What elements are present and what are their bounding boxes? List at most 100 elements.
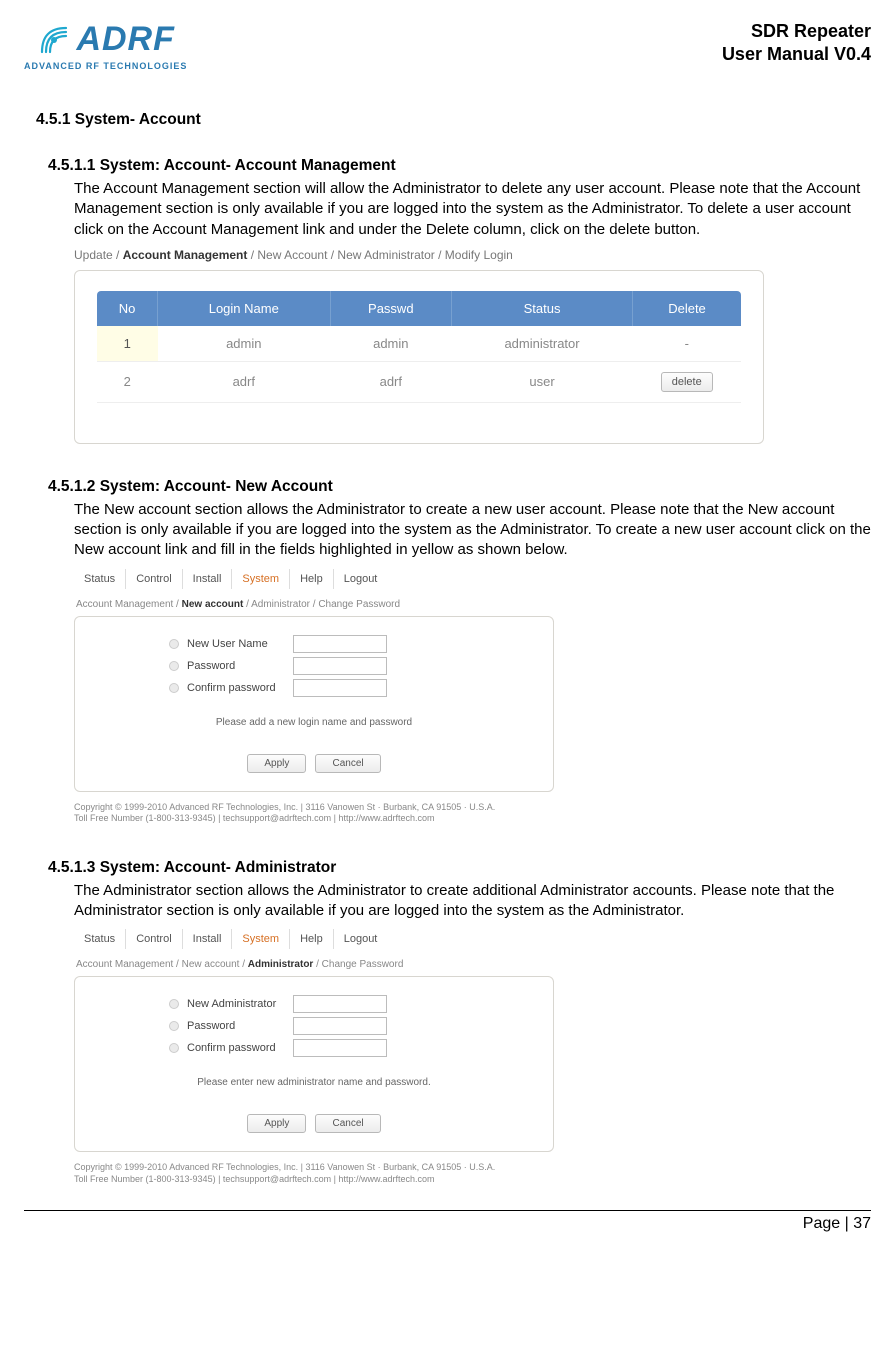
form-message: Please enter new administrator name and … — [99, 1077, 529, 1088]
form-panel: New Administrator Password Confirm passw… — [74, 976, 554, 1152]
table-row: 2 adrf adrf user delete — [97, 361, 741, 402]
form-message: Please add a new login name and password — [99, 717, 529, 728]
bullet-icon — [169, 683, 179, 693]
col-passwd: Passwd — [330, 291, 452, 326]
bullet-icon — [169, 639, 179, 649]
field-label: New Administrator — [187, 998, 293, 1010]
tab-system[interactable]: System — [232, 929, 290, 949]
table-row: 1 admin admin administrator - — [97, 326, 741, 362]
heading-4-5-1-2: 4.5.1.2 System: Account- New Account — [48, 478, 871, 496]
crumb-part: Account Management / New account / — [76, 959, 248, 970]
form-row: Password — [169, 1017, 529, 1035]
delete-button[interactable]: delete — [661, 372, 713, 392]
cell-login: admin — [158, 326, 331, 362]
confirm-password-input[interactable] — [293, 679, 387, 697]
password-input[interactable] — [293, 1017, 387, 1035]
tab-status[interactable]: Status — [74, 929, 126, 949]
body-4-5-1-2: The New account section allows the Admin… — [74, 500, 871, 561]
section-4-5-1-3: 4.5.1.3 System: Account- Administrator T… — [48, 859, 871, 1186]
bullet-icon — [169, 999, 179, 1009]
cell-delete: delete — [633, 361, 742, 402]
tab-system[interactable]: System — [232, 569, 290, 589]
form-actions: Apply Cancel — [99, 1114, 529, 1133]
field-label: New User Name — [187, 638, 293, 650]
page-number: Page | 37 — [803, 1215, 871, 1232]
apply-button[interactable]: Apply — [247, 754, 306, 773]
crumb-part: Update / — [74, 248, 123, 262]
page-header: ADRF ADVANCED RF TECHNOLOGIES SDR Repeat… — [24, 20, 871, 71]
figure-new-account: Status Control Install System Help Logou… — [74, 569, 554, 825]
field-label: Confirm password — [187, 1042, 293, 1054]
crumb-part: Account Management / — [76, 599, 182, 610]
field-label: Password — [187, 1020, 293, 1032]
apply-button[interactable]: Apply — [247, 1114, 306, 1133]
tab-help[interactable]: Help — [290, 929, 334, 949]
col-delete: Delete — [633, 291, 742, 326]
bullet-icon — [169, 1021, 179, 1031]
table-panel: No Login Name Passwd Status Delete 1 adm… — [74, 270, 764, 444]
rf-signal-icon — [36, 22, 72, 58]
section-4-5-1-2: 4.5.1.2 System: Account- New Account The… — [48, 478, 871, 825]
breadcrumb: Account Management / New account / Admin… — [74, 593, 554, 616]
form-row: Password — [169, 657, 529, 675]
nav-tabs: Status Control Install System Help Logou… — [74, 569, 554, 589]
heading-4-5-1-1: 4.5.1.1 System: Account- Account Managem… — [48, 157, 871, 175]
copyright-line1: Copyright © 1999-2010 Advanced RF Techno… — [74, 1162, 554, 1174]
cell-no: 1 — [97, 326, 158, 362]
form-row: Confirm password — [169, 1039, 529, 1057]
logo: ADRF ADVANCED RF TECHNOLOGIES — [24, 20, 187, 71]
doc-title-line2: User Manual V0.4 — [722, 43, 871, 66]
crumb-active: Administrator — [248, 959, 314, 970]
tab-logout[interactable]: Logout — [334, 929, 388, 949]
cell-status: user — [452, 361, 633, 402]
col-status: Status — [452, 291, 633, 326]
logo-main: ADRF — [36, 20, 174, 59]
confirm-password-input[interactable] — [293, 1039, 387, 1057]
body-4-5-1-3: The Administrator section allows the Adm… — [74, 881, 871, 922]
copyright: Copyright © 1999-2010 Advanced RF Techno… — [74, 802, 554, 825]
logo-subtext: ADVANCED RF TECHNOLOGIES — [24, 61, 187, 71]
crumb-active: New account — [182, 599, 244, 610]
section-4-5-1-1: 4.5.1.1 System: Account- Account Managem… — [48, 157, 871, 444]
doc-title: SDR Repeater User Manual V0.4 — [722, 20, 871, 67]
cell-passwd: admin — [330, 326, 452, 362]
breadcrumb: Account Management / New account / Admin… — [74, 953, 554, 976]
new-administrator-input[interactable] — [293, 995, 387, 1013]
tab-install[interactable]: Install — [183, 569, 233, 589]
cancel-button[interactable]: Cancel — [315, 754, 380, 773]
crumb-part: / Change Password — [313, 959, 403, 970]
field-label: Confirm password — [187, 682, 293, 694]
doc-title-line1: SDR Repeater — [722, 20, 871, 43]
cancel-button[interactable]: Cancel — [315, 1114, 380, 1133]
heading-4-5-1: 4.5.1 System- Account — [36, 111, 871, 129]
new-user-name-input[interactable] — [293, 635, 387, 653]
cell-passwd: adrf — [330, 361, 452, 402]
tab-control[interactable]: Control — [126, 929, 182, 949]
heading-4-5-1-3: 4.5.1.3 System: Account- Administrator — [48, 859, 871, 877]
crumb-part: / New Account / New Administrator / Modi… — [247, 248, 512, 262]
body-4-5-1-1: The Account Management section will allo… — [74, 179, 871, 240]
tab-help[interactable]: Help — [290, 569, 334, 589]
tab-status[interactable]: Status — [74, 569, 126, 589]
tab-control[interactable]: Control — [126, 569, 182, 589]
copyright-line1: Copyright © 1999-2010 Advanced RF Techno… — [74, 802, 554, 814]
nav-tabs: Status Control Install System Help Logou… — [74, 929, 554, 949]
col-no: No — [97, 291, 158, 326]
form-row: New User Name — [169, 635, 529, 653]
accounts-table: No Login Name Passwd Status Delete 1 adm… — [97, 291, 741, 403]
breadcrumb: Update / Account Management / New Accoun… — [74, 248, 764, 262]
form-panel: New User Name Password Confirm password — [74, 616, 554, 792]
logo-text: ADRF — [76, 20, 174, 59]
copyright-line2: Toll Free Number (1-800-313-9345) | tech… — [74, 813, 554, 825]
tab-logout[interactable]: Logout — [334, 569, 388, 589]
figure-account-management: Update / Account Management / New Accoun… — [74, 248, 764, 444]
copyright: Copyright © 1999-2010 Advanced RF Techno… — [74, 1162, 554, 1185]
page-footer: Page | 37 — [24, 1210, 871, 1233]
tab-install[interactable]: Install — [183, 929, 233, 949]
bullet-icon — [169, 1043, 179, 1053]
form-actions: Apply Cancel — [99, 754, 529, 773]
col-login: Login Name — [158, 291, 331, 326]
password-input[interactable] — [293, 657, 387, 675]
figure-administrator: Status Control Install System Help Logou… — [74, 929, 554, 1185]
bullet-icon — [169, 661, 179, 671]
